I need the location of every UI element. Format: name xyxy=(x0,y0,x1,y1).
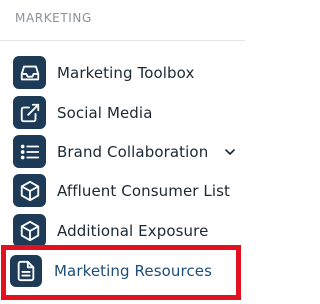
chevron-down-icon[interactable] xyxy=(224,146,236,158)
cube-icon xyxy=(13,214,46,247)
section-title: MARKETING xyxy=(15,11,92,25)
external-link-icon xyxy=(13,96,46,129)
sidebar-item-label: Additional Exposure xyxy=(57,221,209,240)
section-divider xyxy=(0,40,245,41)
sidebar-item-marketing-toolbox[interactable]: Marketing Toolbox xyxy=(0,54,245,91)
sidebar-item-label: Marketing Toolbox xyxy=(57,63,195,82)
sidebar-item-brand-collaboration[interactable]: Brand Collaboration xyxy=(0,133,245,170)
list-icon xyxy=(13,135,46,168)
inbox-tray-icon xyxy=(13,56,46,89)
sidebar-item-label: Social Media xyxy=(57,103,153,122)
sidebar-item-affluent-consumer-list[interactable]: Affluent Consumer List xyxy=(0,172,245,209)
cube-icon xyxy=(13,174,46,207)
selection-highlight-box xyxy=(1,245,241,300)
sidebar-item-label: Brand Collaboration xyxy=(57,142,209,161)
marketing-sidebar-section: MARKETING Marketing Toolbox Social Media xyxy=(0,0,245,304)
sidebar-item-social-media[interactable]: Social Media xyxy=(0,94,245,131)
sidebar-item-label: Affluent Consumer List xyxy=(57,181,231,200)
sidebar-item-additional-exposure[interactable]: Additional Exposure xyxy=(0,212,245,249)
